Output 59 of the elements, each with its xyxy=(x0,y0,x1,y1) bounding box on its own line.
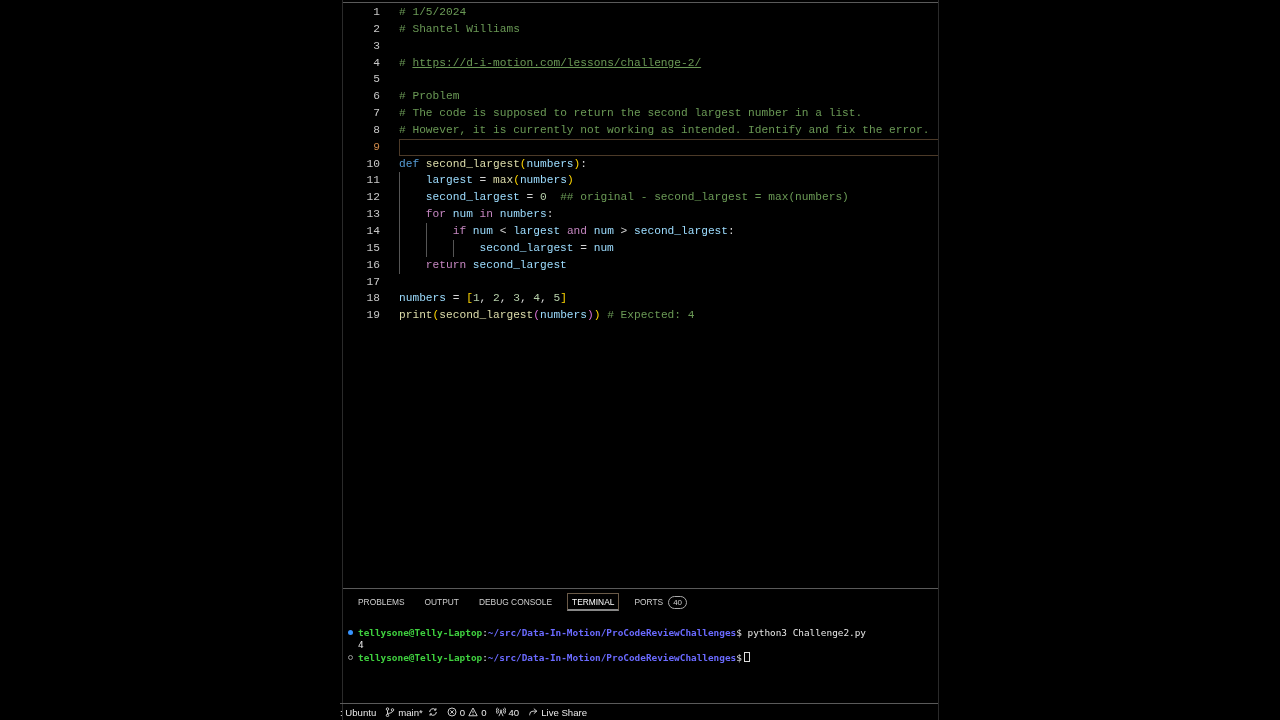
code-line: print(second_largest(numbers)) # Expected: 4 xyxy=(399,308,695,324)
code-line: largest = max(numbers) xyxy=(399,172,574,190)
ports-indicator[interactable]: 40 xyxy=(495,706,520,718)
line-number: 14 xyxy=(365,223,380,239)
line-number: 2 xyxy=(372,21,380,37)
code-line: # Problem xyxy=(399,89,460,105)
line-number: 13 xyxy=(365,207,380,223)
line-number: 4 xyxy=(372,55,380,71)
antenna-icon xyxy=(495,707,506,717)
panel-tab[interactable]: OUTPUT xyxy=(419,593,464,612)
terminal-output: 4 xyxy=(358,639,364,651)
problems-indicator[interactable]: 0 0 xyxy=(446,706,487,718)
warning-icon xyxy=(468,707,479,717)
error-count: 0 xyxy=(459,706,466,718)
branch-name: main* xyxy=(398,706,423,718)
line-number: 18 xyxy=(365,291,380,307)
code-line: second_largest = num xyxy=(399,239,614,257)
line-number: 9 xyxy=(372,139,380,155)
code-line: for num in numbers: xyxy=(399,206,554,223)
line-number: 6 xyxy=(372,89,380,105)
command-status-icon[interactable] xyxy=(348,629,353,635)
error-icon xyxy=(446,707,457,717)
line-number: 10 xyxy=(365,156,380,172)
warning-count: 0 xyxy=(481,706,487,718)
line-number: 12 xyxy=(365,190,380,206)
remote-indicator[interactable]: : Ubuntu xyxy=(340,706,377,718)
line-number: 3 xyxy=(372,38,380,54)
code-line: second_largest = 0 ## original - second_largest = max(numbers) xyxy=(399,189,849,207)
line-number: 7 xyxy=(372,106,380,122)
branch-icon xyxy=(385,707,396,717)
line-number: 11 xyxy=(365,173,380,189)
code-line: numbers = [1, 2, 3, 4, 5] xyxy=(399,291,567,307)
code-line: if num < largest and num > second_largest: xyxy=(399,222,735,240)
ports-count: 40 xyxy=(508,706,520,718)
code-line: # However, it is currently not working as intended. Identify and fix the error. xyxy=(399,122,930,138)
code-line: # https://d-i-motion.com/lessons/challenge-2/ xyxy=(399,55,702,71)
line-number: 16 xyxy=(365,257,380,273)
line-number: 8 xyxy=(372,122,380,138)
line-number: 19 xyxy=(365,308,380,324)
code-line: # The code is supposed to return the second largest number in a list. xyxy=(399,106,863,122)
panel-tab[interactable]: PROBLEMS xyxy=(353,593,410,612)
code-line: return second_largest xyxy=(399,256,567,274)
share-icon xyxy=(528,707,539,717)
line-number: 17 xyxy=(365,274,380,290)
line-number: 5 xyxy=(372,72,380,88)
live-share-button[interactable]: Live Share xyxy=(528,706,588,718)
code-line: # Shantel Williams xyxy=(399,21,520,37)
panel-tab[interactable]: PORTS 40 xyxy=(629,593,693,612)
code-line: # 1/5/2024 xyxy=(399,5,467,20)
terminal-prompt: tellysone@Telly-Laptop:~/src/Data-In-Motion/ProCodeReviewChallenges$ xyxy=(358,651,742,663)
sync-icon[interactable] xyxy=(427,707,438,717)
panel-tab[interactable]: TERMINAL xyxy=(567,593,620,612)
panel-tab[interactable]: DEBUG CONSOLE xyxy=(474,593,558,612)
branch-indicator[interactable]: main* xyxy=(385,706,423,718)
line-number: 15 xyxy=(365,240,380,256)
line-number: 1 xyxy=(372,5,380,20)
code-line: def second_largest(numbers): xyxy=(399,156,587,172)
terminal-prompt: tellysone@Telly-Laptop:~/src/Data-In-Motion/ProCodeReviewChallenges$ python3 Challenge2.py xyxy=(358,626,866,638)
live-share-label: Live Share xyxy=(541,706,588,718)
